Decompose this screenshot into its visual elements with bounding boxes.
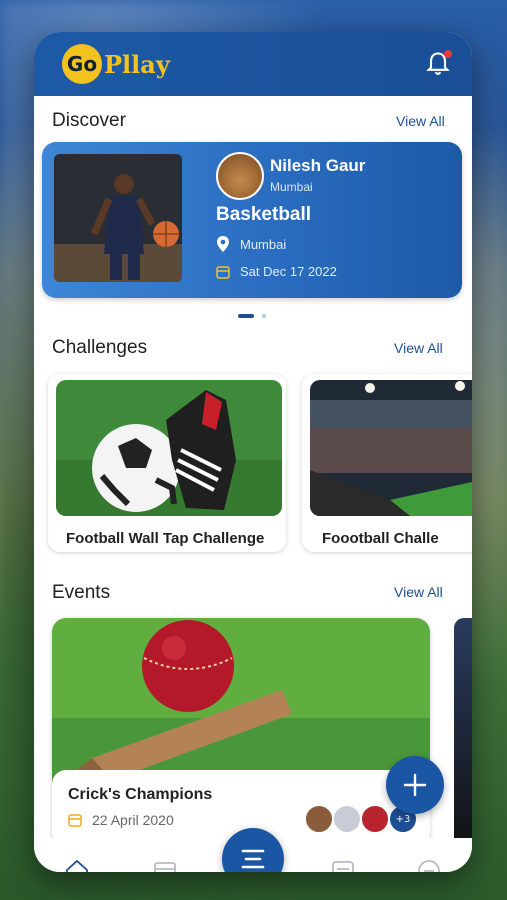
chat-icon[interactable] (416, 858, 442, 872)
carousel-dot (262, 314, 266, 318)
sport-name: Basketball (216, 204, 312, 225)
notification-dot (444, 50, 452, 58)
event-title: Crick's Champions (68, 786, 213, 803)
event-date: Sat Dec 17 2022 (240, 264, 337, 279)
calendar-icon (68, 814, 82, 827)
challenge-image-stadium (310, 380, 472, 516)
event-location: Mumbai (240, 236, 287, 252)
logo-text: Pllay (104, 49, 170, 79)
events-view-all[interactable]: View All (394, 584, 443, 600)
challenge-title: Football Wall Tap Challenge (66, 530, 265, 547)
user-name: Nilesh Gaur (270, 156, 366, 175)
user-location: Mumbai (270, 180, 313, 194)
challenges-title: Challenges (52, 337, 148, 358)
location-row: Mumbai (216, 236, 286, 252)
events-title: Events (52, 582, 111, 603)
participant-avatar (332, 804, 362, 834)
event-card[interactable]: Crick's Champions 22 April 2020 +3 (52, 618, 430, 848)
challenge-card[interactable]: Football Wall Tap Challenge (48, 374, 286, 552)
challenge-title: Foootball Challe (322, 530, 439, 547)
carousel-indicator (238, 314, 266, 318)
next-event-card-peek[interactable] (454, 618, 472, 848)
challenge-image-football (56, 380, 282, 516)
discover-card[interactable]: Nilesh Gaur Mumbai Basketball Mumbai Sat… (42, 142, 462, 298)
participant-avatar (360, 804, 390, 834)
discover-title: Discover (52, 110, 126, 131)
menu-icon (241, 849, 265, 869)
location-pin-icon (217, 236, 229, 252)
challenges-view-all[interactable]: View All (394, 340, 443, 356)
list-icon[interactable] (330, 858, 356, 872)
plus-icon (403, 773, 427, 797)
calendar-icon[interactable] (152, 858, 178, 872)
player-photo (54, 154, 182, 282)
logo-mark: Go (62, 44, 102, 84)
calendar-icon (216, 265, 230, 279)
app-header: Go Pllay (34, 32, 472, 96)
date-row: Sat Dec 17 2022 (216, 264, 337, 279)
participant-avatar (304, 804, 334, 834)
phone-screen: Go Pllay Discover View All Nilesh Gaur M… (34, 32, 472, 872)
user-avatar (216, 152, 264, 200)
event-date-row: 22 April 2020 (68, 812, 174, 828)
challenge-card[interactable]: Foootball Challe (302, 374, 472, 552)
event-date: 22 April 2020 (92, 812, 174, 828)
carousel-dot-active (238, 314, 254, 318)
app-logo: Go Pllay (62, 44, 170, 84)
discover-view-all[interactable]: View All (396, 113, 445, 129)
home-icon[interactable] (64, 858, 90, 872)
add-button[interactable] (386, 756, 444, 814)
